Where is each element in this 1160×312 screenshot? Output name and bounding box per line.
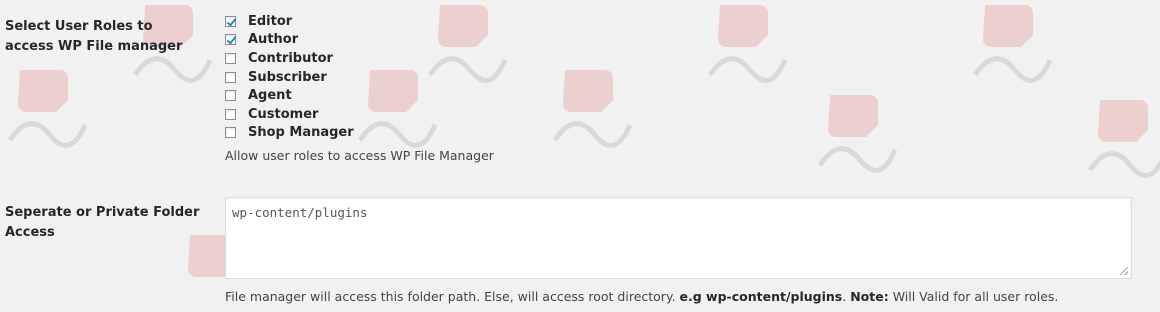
role-label[interactable]: Contributor bbox=[248, 51, 333, 66]
role-option-author[interactable]: Author bbox=[225, 31, 354, 50]
role-checkbox[interactable] bbox=[225, 127, 236, 139]
role-option-customer[interactable]: Customer bbox=[225, 105, 354, 124]
watermark-logo-icon bbox=[707, 5, 788, 83]
role-checkbox[interactable] bbox=[225, 15, 236, 27]
watermark-logo-icon bbox=[7, 70, 88, 148]
role-checkbox[interactable] bbox=[225, 52, 236, 64]
note-text: Will Valid for all user roles. bbox=[892, 289, 1059, 304]
role-option-subscriber[interactable]: Subscriber bbox=[225, 68, 354, 87]
role-checkbox[interactable] bbox=[225, 108, 236, 120]
settings-page: Select User Roles to access WP File mana… bbox=[0, 0, 1160, 312]
folder-description: File manager will access this folder pat… bbox=[225, 289, 1059, 304]
roles-setting-label: Select User Roles to access WP File mana… bbox=[5, 19, 183, 54]
role-label[interactable]: Shop Manager bbox=[248, 125, 354, 140]
resize-handle-icon[interactable] bbox=[1120, 267, 1128, 275]
folder-setting-label: Seperate or Private Folder Access bbox=[5, 205, 200, 240]
role-label[interactable]: Author bbox=[248, 32, 298, 47]
role-option-editor[interactable]: Editor bbox=[225, 12, 354, 31]
watermark-logo-icon bbox=[817, 95, 898, 173]
folder-description-text: File manager will access this folder pat… bbox=[225, 289, 676, 304]
role-label[interactable]: Subscriber bbox=[248, 70, 327, 85]
watermark-logo-icon bbox=[427, 5, 508, 83]
role-label[interactable]: Agent bbox=[248, 88, 292, 103]
roles-description: Allow user roles to access WP File Manag… bbox=[225, 148, 494, 163]
note-label: Note: bbox=[850, 289, 889, 304]
role-option-agent[interactable]: Agent bbox=[225, 86, 354, 105]
roles-checkbox-list: Editor Author Contributor Subscriber Age… bbox=[225, 12, 354, 142]
role-checkbox[interactable] bbox=[225, 34, 236, 46]
folder-example: e.g wp-content/plugins bbox=[679, 289, 843, 304]
watermark-logo-icon bbox=[552, 70, 633, 148]
role-checkbox[interactable] bbox=[225, 71, 236, 83]
watermark-logo-icon bbox=[357, 70, 438, 148]
role-label[interactable]: Customer bbox=[248, 107, 318, 122]
watermark-logo-icon bbox=[972, 5, 1053, 83]
watermark-logo-icon bbox=[1087, 100, 1160, 178]
role-label[interactable]: Editor bbox=[248, 14, 292, 29]
role-checkbox[interactable] bbox=[225, 90, 236, 102]
folder-path-value: wp-content/plugins bbox=[232, 205, 368, 220]
role-option-contributor[interactable]: Contributor bbox=[225, 49, 354, 68]
folder-path-textarea[interactable]: wp-content/plugins bbox=[225, 197, 1132, 279]
role-option-shop-manager[interactable]: Shop Manager bbox=[225, 124, 354, 143]
